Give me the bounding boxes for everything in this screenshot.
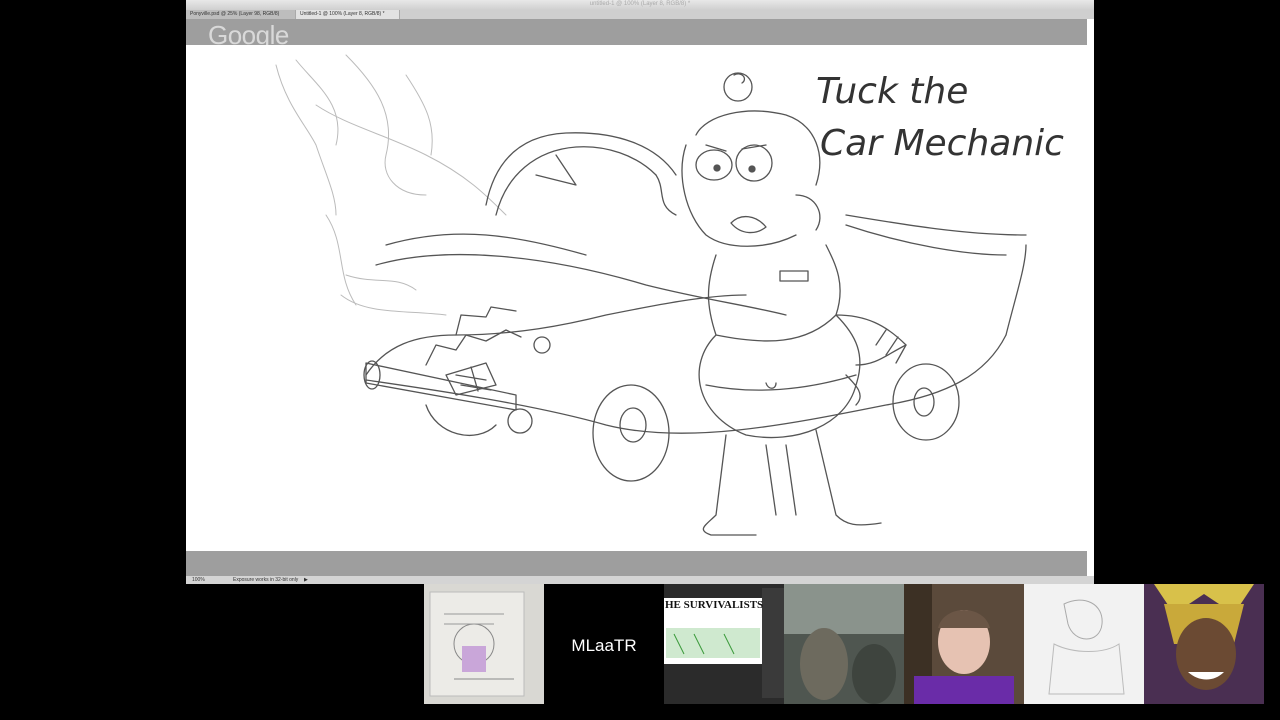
sketch-drawing: Tuck the Car Mechanic: [275, 54, 1064, 536]
webcam-thumbnail: [904, 584, 1024, 704]
title-bar: untitled-1 @ 100% (Layer 8, RGB/8) *: [186, 0, 1094, 15]
canvas-area: Google Tuck the Car Mechanic: [186, 19, 1087, 576]
game-scene-thumbnail: [784, 584, 904, 704]
participant-video-5[interactable]: [904, 584, 1024, 704]
sketch-thumbnail: [429, 591, 525, 697]
webcam-costume-thumbnail: [1144, 584, 1264, 704]
sketch-title-line1: Tuck the: [816, 71, 968, 112]
zoom-field[interactable]: 100%: [192, 577, 205, 583]
screen-share-caption: HE SURVIVALISTS: [665, 599, 764, 611]
status-menu-arrow-icon[interactable]: ▶: [304, 576, 308, 584]
right-panel-edge: [1087, 19, 1094, 576]
sketch-thumbnail-2: [1048, 599, 1125, 695]
participant-video-7[interactable]: [1144, 584, 1264, 704]
document-tab-bar: Ponyville.psd @ 25% (Layer 98, RGB/8) Un…: [186, 10, 1094, 19]
participant-video-6[interactable]: [1024, 584, 1144, 704]
participant-video-1[interactable]: [424, 584, 544, 704]
tab-untitled[interactable]: Untitled-1 @ 100% (Layer 8, RGB/8) *: [296, 10, 400, 19]
status-bar: 100% Exposure works in 32-bit only ▶: [186, 576, 1094, 584]
participant-video-3[interactable]: HE SURVIVALISTS: [664, 584, 784, 704]
participant-name-tile[interactable]: MLaaTR: [544, 584, 664, 704]
participant-name: MLaaTR: [571, 636, 637, 655]
sketch-title-line2: Car Mechanic: [820, 123, 1064, 164]
drawing-canvas[interactable]: Tuck the Car Mechanic: [186, 45, 1087, 551]
photoshop-window: untitled-1 @ 100% (Layer 8, RGB/8) * Pon…: [186, 0, 1094, 584]
status-info: Exposure works in 32-bit only: [233, 577, 299, 583]
window-title: untitled-1 @ 100% (Layer 8, RGB/8) *: [589, 1, 691, 7]
participant-video-4[interactable]: [784, 584, 904, 704]
tab-ponyville[interactable]: Ponyville.psd @ 25% (Layer 98, RGB/8): [186, 10, 296, 19]
participant-strip: MLaaTR HE SURVIVALISTS: [424, 584, 1264, 704]
